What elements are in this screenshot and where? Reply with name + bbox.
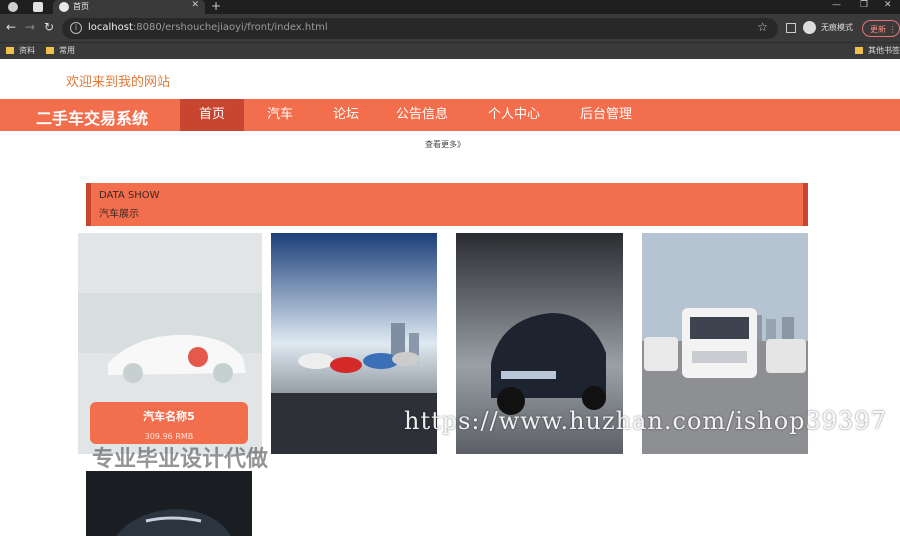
url-watermark: https://www.huzhan.com/ishop39397 [404,407,887,435]
address-bar[interactable]: i localhost:8080/ershouchejiaoyi/front/i… [62,18,778,39]
bookmark-label: 资料 [19,46,35,55]
tab-title: 首页 [73,2,89,11]
bookmarks-bar: 资料 常用 其他书签 [0,42,900,59]
restore-icon[interactable]: ❐ [860,0,868,10]
bookmark-folder[interactable]: 常用 [46,45,75,56]
nav-cars[interactable]: 汽车 [252,99,308,131]
chinese-watermark: 专业毕业设计代做 [92,447,269,472]
tab-overview-icon[interactable] [33,2,43,12]
window-close-icon[interactable]: ✕ [884,0,892,10]
car-caption: 汽车名称5 309.96 RMB [90,402,248,444]
browser-tab-active[interactable]: 首页 ✕ [53,0,205,14]
nav-home[interactable]: 首页 [180,99,244,131]
folder-icon [855,47,863,54]
nav-announcements[interactable]: 公告信息 [384,99,460,131]
bookmark-folder[interactable]: 其他书签 [855,45,900,56]
incognito-icon [803,21,816,34]
main-nav: 二手车交易系统 首页 汽车 论坛 公告信息 个人中心 后台管理 [0,99,900,131]
incognito-label: 无痕模式 [821,23,853,32]
back-icon[interactable]: ← [6,20,16,34]
section-title-cn: 汽车展示 [99,209,139,220]
update-label: 更新 [870,25,886,34]
site-info-icon[interactable]: i [70,22,82,34]
folder-icon [46,47,54,54]
car-name: 汽车名称5 [143,410,195,423]
minimize-icon[interactable]: — [832,0,841,10]
side-panel-icon[interactable] [786,23,796,33]
url-host: localhost [88,22,133,33]
globe-icon [59,2,69,12]
url-path: :8080/ershouchejiaoyi/front/index.html [132,22,328,33]
nav-admin[interactable]: 后台管理 [568,99,644,131]
car-card[interactable]: 汽车名称5 309.96 RMB [78,233,262,454]
browser-tab-strip: 首页 ✕ + — ❐ ✕ [0,0,900,14]
browser-menu-icon[interactable] [8,2,18,12]
forward-icon[interactable]: → [25,20,35,34]
car-image [86,471,252,536]
car-card[interactable] [86,471,252,536]
web-page: 欢迎来到我的网站 二手车交易系统 首页 汽车 论坛 公告信息 个人中心 后台管理… [0,59,900,536]
bookmark-label: 常用 [59,46,75,55]
section-header: DATA SHOW 汽车展示 [86,183,808,226]
browser-toolbar: ← → ↻ i localhost:8080/ershouchejiaoyi/f… [0,14,900,42]
new-tab-icon[interactable]: + [211,0,221,13]
close-icon[interactable]: ✕ [191,0,199,10]
car-price: 309.96 RMB [144,432,194,441]
nav-forum[interactable]: 论坛 [318,99,374,131]
bookmark-label: 其他书签 [868,46,900,55]
nav-personal-center[interactable]: 个人中心 [476,99,552,131]
site-title: 二手车交易系统 [36,109,149,128]
mouse-cursor [188,347,208,367]
bookmark-star-icon[interactable]: ☆ [757,20,768,34]
view-more-link[interactable]: 查看更多》 [425,139,465,150]
bookmark-folder[interactable]: 资料 [6,45,35,56]
update-button[interactable]: 更新 ⋮ [862,20,900,37]
section-title-en: DATA SHOW [99,190,160,201]
reload-icon[interactable]: ↻ [44,20,54,34]
welcome-text: 欢迎来到我的网站 [66,75,171,90]
folder-icon [6,47,14,54]
url-text: localhost:8080/ershouchejiaoyi/front/ind… [88,22,328,33]
